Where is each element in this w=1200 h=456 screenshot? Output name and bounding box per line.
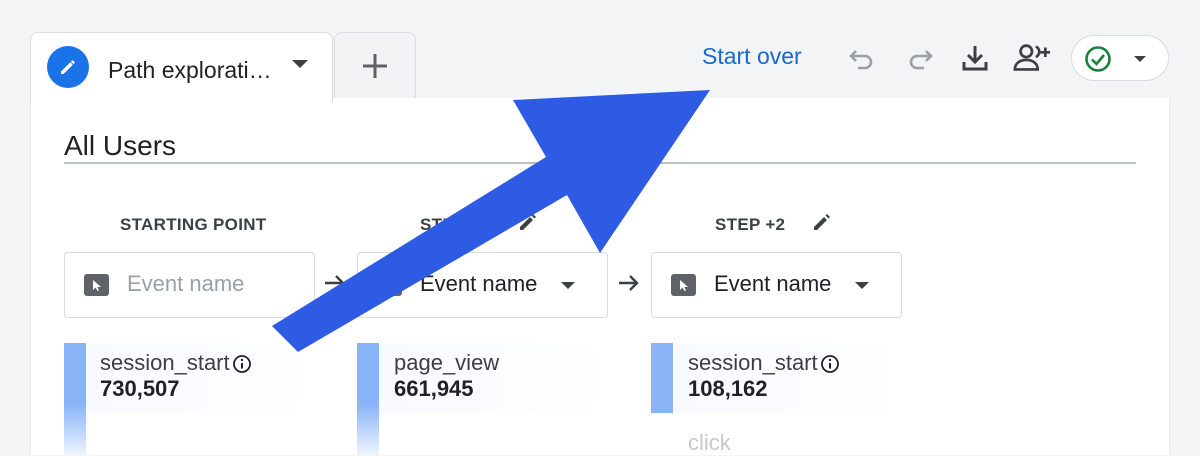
- node-event-count: 108,162: [688, 376, 768, 401]
- redo-icon[interactable]: [900, 38, 940, 78]
- step-2-selector[interactable]: Event name: [651, 252, 902, 318]
- arrow-right-icon: [619, 275, 639, 291]
- node-event-name[interactable]: session_start: [688, 350, 840, 376]
- caret-down-icon: [561, 282, 575, 289]
- cursor-icon: [84, 274, 109, 296]
- undo-icon[interactable]: [842, 38, 882, 78]
- cursor-icon: [671, 274, 696, 296]
- node-event-name[interactable]: page_view: [394, 350, 499, 376]
- step-header-starting-point: STARTING POINT: [120, 215, 267, 234]
- segment-title[interactable]: All Users: [64, 130, 176, 162]
- node-bar-session-start-step-2[interactable]: [651, 343, 673, 413]
- caret-down-icon: [1134, 56, 1146, 62]
- info-icon: [820, 355, 839, 374]
- faded-node-label: click: [688, 430, 731, 455]
- arrow-right-icon: [325, 275, 345, 291]
- step-1-selector[interactable]: Event name: [357, 252, 608, 318]
- tab-path-exploration[interactable]: Path explorati…: [30, 32, 333, 102]
- starting-point-selector[interactable]: Event name: [64, 252, 315, 318]
- segment-divider: [64, 162, 1136, 164]
- node-bar-session-start[interactable]: [64, 343, 86, 455]
- node-bar-page-view[interactable]: [357, 343, 379, 455]
- check-circle-icon: [1085, 46, 1111, 72]
- node-event-name[interactable]: session_start: [100, 350, 252, 376]
- step-header-step-1: STEP +1: [420, 215, 491, 234]
- node-event-count: 661,945: [394, 376, 474, 401]
- step-header-step-2: STEP +2: [715, 215, 786, 234]
- caret-down-icon: [855, 282, 869, 289]
- event-name-placeholder: Event name: [127, 271, 245, 296]
- info-icon: [232, 355, 251, 374]
- edit-step-2-icon[interactable]: [810, 210, 834, 239]
- start-over-button[interactable]: Start over: [702, 43, 802, 70]
- status-dropdown[interactable]: [1071, 35, 1169, 81]
- step-1-event-name: Event name: [420, 271, 538, 296]
- cursor-icon: [377, 274, 402, 296]
- edit-step-1-icon[interactable]: [516, 210, 540, 239]
- plus-icon: [363, 53, 387, 78]
- node-event-count: 730,507: [100, 376, 180, 401]
- share-users-icon[interactable]: [1012, 38, 1052, 78]
- add-tab-button[interactable]: [334, 32, 416, 99]
- step-2-event-name: Event name: [714, 271, 832, 296]
- pencil-icon[interactable]: [47, 46, 89, 88]
- tab-label: Path explorati…: [108, 57, 272, 83]
- tab-dropdown-icon[interactable]: [290, 57, 310, 76]
- download-icon[interactable]: [955, 38, 995, 78]
